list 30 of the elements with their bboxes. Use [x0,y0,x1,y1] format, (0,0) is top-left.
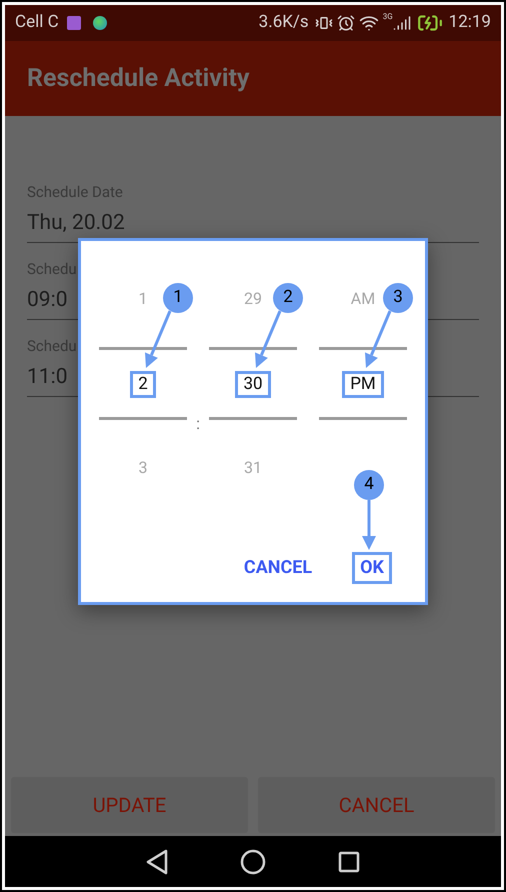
recents-icon[interactable] [338,850,360,872]
annotation-arrow [364,310,392,368]
picker-option[interactable]: 29 [244,287,262,311]
network-speed: 3.6K/s [258,11,309,34]
picker-option[interactable]: AM [350,287,376,311]
dialog-button[interactable]: CANCEL [244,552,312,584]
annotation-arrow [362,500,376,550]
network-type: 3G [382,11,393,23]
picker-selected-value[interactable]: 30 [235,371,271,398]
carrier-name: Cell C [15,11,59,34]
screen-title: Reschedule Activity [27,62,250,95]
globe-icon [92,16,107,30]
home-icon[interactable] [240,848,266,874]
vibrate-icon [314,14,333,32]
annotation-arrow [254,310,282,368]
signal-icon [392,14,411,32]
annotation-arrow [144,310,172,368]
alarm-icon [336,14,355,32]
clock-time: 12:19 [448,11,491,34]
back-icon[interactable] [146,848,168,874]
picker-option[interactable]: 1 [138,287,148,311]
app-notification-icon [66,16,81,30]
dialog-button[interactable]: OK [352,552,392,584]
footer-button[interactable]: UPDATE [11,777,248,833]
footer-button[interactable]: CANCEL [258,777,495,833]
picker-selected-value[interactable]: 2 [130,371,156,398]
picker-selected-value[interactable]: PM [342,371,384,398]
picker-option[interactable]: 3 [138,456,148,480]
picker-option[interactable]: 31 [244,456,262,480]
time-separator: : [196,413,200,435]
